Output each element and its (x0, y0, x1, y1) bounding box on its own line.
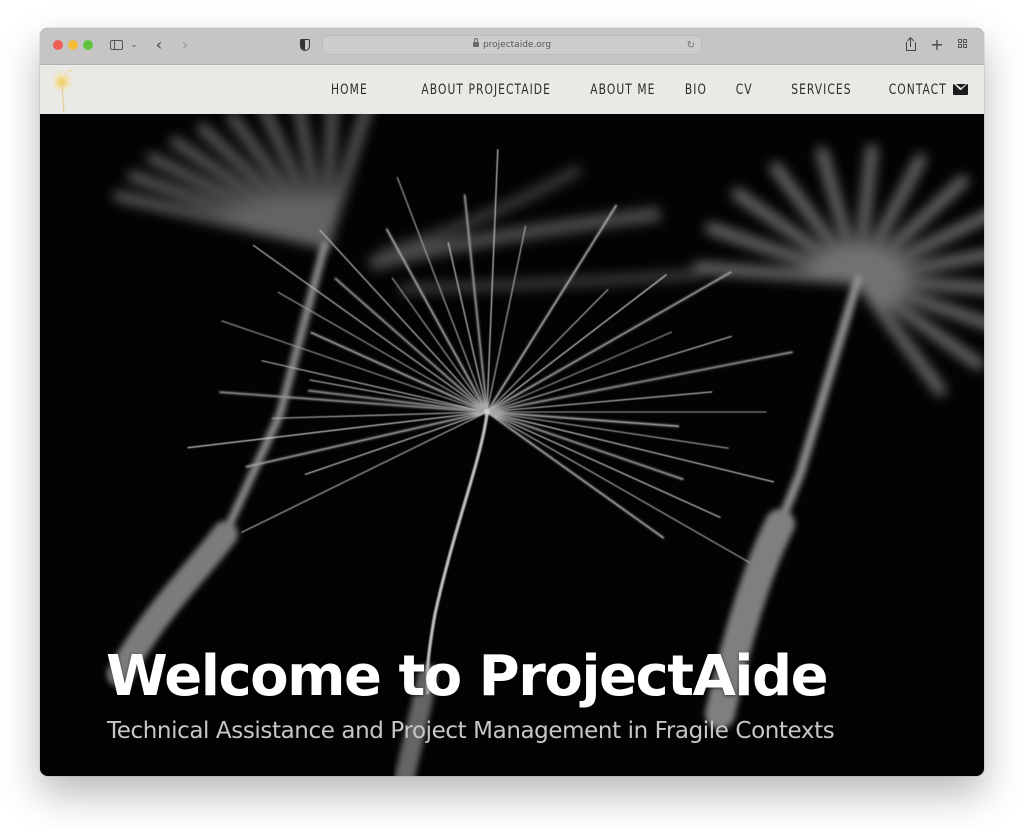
pappus-ray (486, 411, 729, 449)
reload-button[interactable]: ↻ (687, 38, 695, 53)
pappus-ray (271, 411, 488, 419)
pappus-ray (486, 274, 667, 413)
pappus-ray (304, 411, 488, 475)
nav-item-home[interactable]: HOME (319, 82, 379, 117)
pappus-ray (486, 225, 527, 413)
browser-window: ⌄ ‹ › projectaide.org ↻ + HOME ABOUT PRO… (40, 28, 984, 776)
pappus-ray (221, 320, 488, 413)
hero-section: Welcome to ProjectAide Technical Assista… (40, 114, 984, 776)
forward-button[interactable]: › (178, 36, 192, 54)
pappus-ray-glow (485, 410, 665, 539)
nav-item-cv[interactable]: CV (736, 82, 753, 98)
tab-overview-button[interactable] (956, 36, 970, 54)
back-button[interactable]: ‹ (152, 36, 166, 54)
share-button[interactable] (904, 36, 918, 54)
hero-title: Welcome to ProjectAide (106, 644, 829, 709)
pappus-ray-glow (245, 410, 489, 469)
hero-subtitle: Technical Assistance and Project Managem… (107, 718, 835, 744)
nav-item-about-me[interactable]: ABOUT ME (590, 82, 655, 98)
nav-item-about-projectaide[interactable]: ABOUT PROJECTAIDE (421, 82, 551, 98)
pappus-ray (486, 411, 751, 564)
zoom-window-button[interactable] (83, 40, 93, 50)
pappus-ray (241, 411, 488, 533)
pappus-ray (486, 411, 721, 518)
new-tab-button[interactable]: + (930, 36, 944, 54)
minimize-window-button[interactable] (68, 40, 78, 50)
main-nav: HOME ABOUT PROJECTAIDE ABOUT ME BIO CV SERVIC… (298, 65, 968, 117)
pappus-ray-glow (485, 271, 732, 414)
pappus-ray (486, 148, 499, 413)
pappus-ray-glow (485, 410, 684, 481)
dandelion-logo[interactable] (50, 67, 78, 113)
shield-icon[interactable] (298, 36, 312, 54)
site-header: HOME ABOUT PROJECTAIDE ABOUT ME BIO CV SERVIC… (40, 65, 984, 117)
sidebar-icon[interactable] (109, 36, 125, 54)
lock-icon (472, 38, 479, 47)
pappus-ray-glow (334, 277, 489, 414)
nav-item-bio[interactable]: BIO (685, 82, 707, 98)
nav-item-services[interactable]: SERVICES (791, 82, 851, 98)
nav-item-contact[interactable]: CONTACT (889, 82, 947, 98)
browser-toolbar: ⌄ ‹ › projectaide.org ↻ + (40, 28, 984, 65)
pappus-ray-glow (485, 350, 794, 414)
envelope-icon[interactable] (953, 84, 968, 95)
pappus-ray (277, 291, 488, 413)
close-window-button[interactable] (53, 40, 63, 50)
pappus-ray (486, 331, 672, 413)
url-text: projectaide.org (482, 40, 552, 50)
address-bar[interactable]: projectaide.org ↻ (322, 35, 702, 55)
pappus-ray (187, 411, 488, 449)
pappus-ray (309, 379, 488, 413)
chevron-down-icon[interactable]: ⌄ (129, 36, 139, 54)
